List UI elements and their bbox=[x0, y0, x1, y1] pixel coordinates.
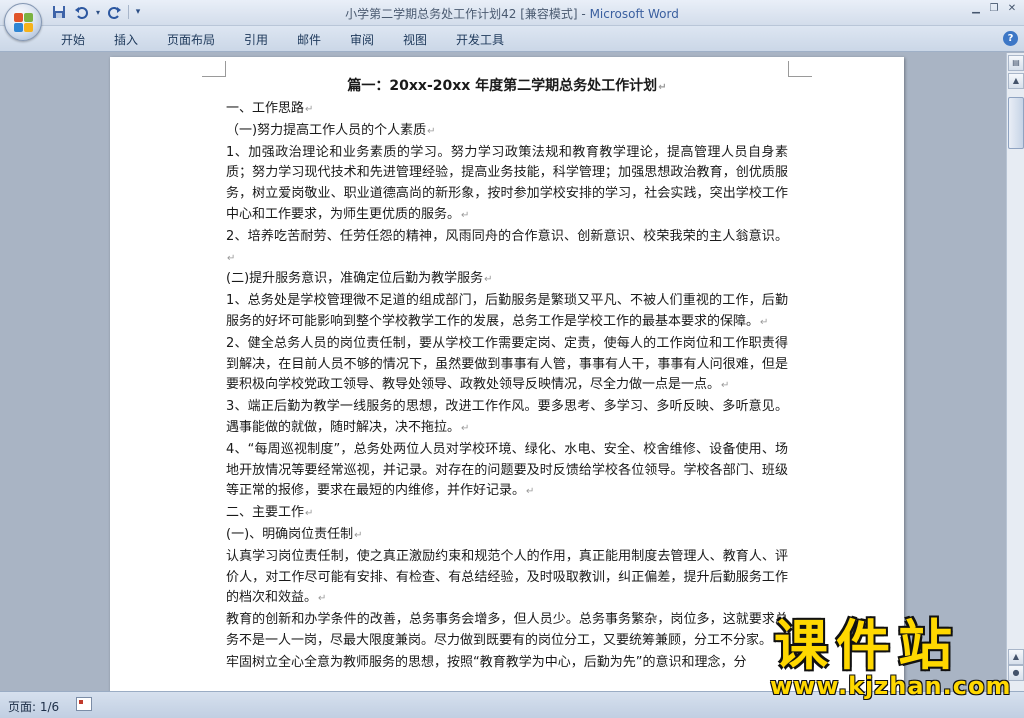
vertical-scrollbar[interactable]: ▤ ▲ ▲ ● bbox=[1006, 53, 1024, 691]
office-logo-icon bbox=[14, 13, 34, 33]
window-controls: ▁ ❐ ✕ bbox=[968, 2, 1020, 16]
paragraph: 认真学习岗位责任制，使之真正激励约束和规范个人的作用，真正能用制度去管理人、教育… bbox=[226, 548, 788, 606]
section-heading: 一、工作思路 bbox=[226, 101, 305, 116]
scroll-thumb[interactable] bbox=[1008, 97, 1024, 149]
tab-developer[interactable]: 开发工具 bbox=[456, 31, 504, 48]
document-body[interactable]: 篇一：20xx-20xx 年度第二学期总务处工作计划↵ 一、工作思路↵ （一)努… bbox=[226, 75, 788, 674]
tab-review[interactable]: 审阅 bbox=[350, 31, 374, 48]
ribbon-tabs: 开始 插入 页面布局 引用 邮件 审阅 视图 开发工具 ? bbox=[0, 26, 1024, 52]
margin-mark-left bbox=[202, 61, 226, 77]
title-bar: ▾ ▾ 小学第二学期总务处工作计划42 [兼容模式] - Microsoft W… bbox=[0, 0, 1024, 26]
margin-mark-right bbox=[788, 61, 812, 77]
tab-page-layout[interactable]: 页面布局 bbox=[167, 31, 215, 48]
subsection-heading: (一)、明确岗位责任制 bbox=[226, 526, 354, 542]
document-heading: 篇一：20xx-20xx 年度第二学期总务处工作计划 bbox=[347, 78, 658, 94]
tab-mailings[interactable]: 邮件 bbox=[297, 31, 321, 48]
window-title: 小学第二学期总务处工作计划42 [兼容模式] - Microsoft Word bbox=[0, 5, 1024, 22]
paragraph: 2、健全总务人员的岗位责任制，要从学校工作需要定岗、定责，使每人的工作岗位和工作… bbox=[226, 335, 788, 393]
application-name: Microsoft Word bbox=[589, 7, 679, 21]
office-button[interactable] bbox=[4, 3, 42, 41]
ruler-toggle-icon[interactable]: ▤ bbox=[1008, 55, 1024, 71]
help-icon[interactable]: ? bbox=[1003, 31, 1018, 46]
tab-view[interactable]: 视图 bbox=[403, 31, 427, 48]
maximize-icon[interactable]: ❐ bbox=[986, 2, 1002, 16]
tab-references[interactable]: 引用 bbox=[244, 31, 268, 48]
document-workspace: 篇一：20xx-20xx 年度第二学期总务处工作计划↵ 一、工作思路↵ （一)努… bbox=[0, 53, 1006, 691]
watermark: 课件站 www.kjzhan.com bbox=[760, 614, 1024, 718]
close-icon[interactable]: ✕ bbox=[1004, 2, 1020, 16]
paragraph: 1、总务处是学校管理微不足道的组成部门，后勤服务是繁琐又平凡、不被人们重视的工作… bbox=[226, 293, 788, 329]
paragraph: 1、加强政治理论和业务素质的学习。努力学习政策法规和教育教学理论，提高管理人员自… bbox=[226, 144, 788, 222]
document-title: 小学第二学期总务处工作计划42 [兼容模式] - bbox=[345, 7, 590, 21]
paragraph: 教育的创新和办学条件的改善，总务事务会增多，但人员少。总务事务繁杂，岗位多，这就… bbox=[226, 612, 788, 648]
watermark-title: 课件站 bbox=[774, 614, 960, 677]
paragraph: 4、“每周巡视制度”，总务处两位人员对学校环境、绿化、水电、安全、校舍维修、设备… bbox=[226, 441, 788, 499]
tab-home[interactable]: 开始 bbox=[61, 31, 85, 48]
paragraph: 2、培养吃苦耐劳、任劳任怨的精神，风雨同舟的合作意识、创新意识、校荣我荣的主人翁… bbox=[226, 228, 788, 244]
document-page[interactable]: 篇一：20xx-20xx 年度第二学期总务处工作计划↵ 一、工作思路↵ （一)努… bbox=[110, 57, 904, 691]
section-heading: 二、主要工作 bbox=[226, 505, 305, 521]
subsection-heading: (二)提升服务意识，准确定位后勤为教学服务 bbox=[226, 271, 484, 287]
minimize-icon[interactable]: ▁ bbox=[968, 2, 984, 16]
proofing-status-icon[interactable] bbox=[76, 697, 92, 711]
scroll-up-icon[interactable]: ▲ bbox=[1008, 73, 1024, 89]
paragraph: 3、端正后勤为教学一线服务的思想，改进工作作风。要多思考、多学习、多听反映、多听… bbox=[226, 399, 788, 435]
subsection-heading: （一)努力提高工作人员的个人素质 bbox=[226, 122, 427, 138]
page-indicator[interactable]: 页面: 1/6 bbox=[8, 698, 59, 715]
watermark-url: www.kjzhan.com bbox=[770, 672, 1012, 700]
paragraph: 牢固树立全心全意为教师服务的思想，按照“教育教学为中心，后勤为先”的意识和理念，… bbox=[226, 654, 747, 670]
tab-insert[interactable]: 插入 bbox=[114, 31, 138, 48]
